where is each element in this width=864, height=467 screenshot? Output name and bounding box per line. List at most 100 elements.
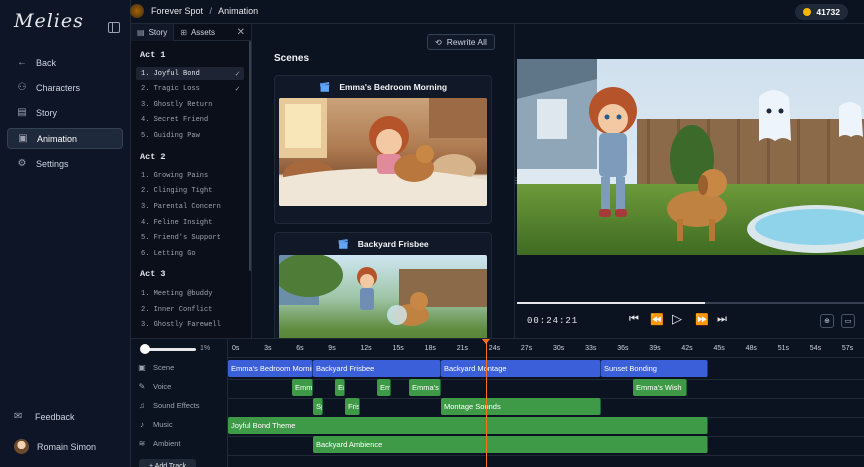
story-scrollbar[interactable] — [249, 41, 251, 271]
time-tick: 45s — [713, 345, 725, 352]
time-tick: 57s — [841, 345, 854, 352]
act-heading: Act 3 — [140, 269, 166, 279]
list-item[interactable]: 5. Guiding Paw — [136, 129, 244, 142]
timeline-clip[interactable]: Fris — [345, 398, 360, 415]
list-item[interactable]: 5. Friend's Support — [136, 231, 244, 244]
film-icon: ▣ — [18, 133, 28, 144]
timeline-clip[interactable]: Emma — [292, 379, 313, 396]
rewind-icon[interactable]: ⏪ — [650, 313, 664, 326]
breadcrumb-project[interactable]: Forever Spot — [151, 6, 203, 16]
nav-story[interactable]: ▤ Story — [7, 102, 123, 123]
playback-progress[interactable] — [517, 302, 864, 304]
timeline-clip[interactable]: Er — [335, 379, 345, 396]
item-label: 2. Tragic Loss — [141, 84, 200, 93]
timeline-clip[interactable]: Backyard Ambience — [313, 436, 708, 453]
nav-settings[interactable]: ⚙ Settings — [7, 153, 123, 174]
sidebar: Melies ← Back ⚇ Characters ▤ Story ▣ Ani… — [0, 0, 131, 467]
time-tick: 33s — [585, 345, 597, 352]
skip-end-icon[interactable]: ⏭ — [717, 313, 727, 326]
check-icon: ✓ — [235, 84, 240, 94]
tab-label: Assets — [190, 27, 215, 37]
scenes-title: Scenes — [274, 53, 310, 64]
timeline-clip[interactable]: Montage Sounds — [441, 398, 601, 415]
feedback-button[interactable]: ✉ Feedback — [14, 411, 75, 422]
timeline-clip[interactable]: Emma's Wish — [633, 379, 687, 396]
list-item[interactable]: 2. Inner Conflict — [136, 303, 244, 316]
breadcrumb: Forever Spot / Animation — [151, 6, 258, 16]
subtitles-icon[interactable]: ▭ — [841, 314, 855, 328]
scene-thumbnail — [279, 255, 487, 338]
list-item[interactable]: 1. Growing Pains — [136, 169, 244, 182]
list-item[interactable]: 2. Tragic Loss ✓ — [136, 82, 244, 95]
nav-animation[interactable]: ▣ Animation — [7, 128, 123, 149]
list-item[interactable]: 6. Letting Go — [136, 247, 244, 260]
timeline-clip[interactable]: Em — [377, 379, 391, 396]
act-heading: Act 1 — [140, 50, 166, 60]
users-icon: ⚇ — [17, 82, 27, 93]
item-label: 3. Parental Concern — [141, 202, 221, 211]
list-item[interactable]: 2. Clinging Tight — [136, 184, 244, 197]
play-icon[interactable]: ▷ — [672, 311, 682, 327]
list-item[interactable]: 3. Ghostly Return — [136, 98, 244, 111]
timeline-clip[interactable]: Backyard Frisbee — [313, 360, 441, 377]
time-tick: 36s — [617, 345, 629, 352]
item-label: 1. Meeting @buddy — [141, 289, 213, 298]
arrow-left-icon: ← — [17, 57, 27, 68]
list-item[interactable]: 1. Joyful Bond ✓ — [136, 67, 244, 80]
track-name: Music — [153, 420, 173, 429]
nav-back[interactable]: ← Back — [7, 52, 123, 73]
credits-badge[interactable]: 41732 — [795, 4, 848, 20]
rewrite-all-button[interactable]: ⟲ Rewrite All — [427, 34, 495, 50]
timeline-clip[interactable]: Emma's — [409, 379, 441, 396]
close-icon[interactable]: ✕ — [237, 27, 245, 38]
mic-icon: ✎ — [138, 382, 146, 391]
list-item[interactable]: 4. Secret Friend — [136, 113, 244, 126]
tab-assets[interactable]: ⊞ Assets — [174, 24, 221, 41]
app-logo: Melies — [14, 10, 84, 32]
nav-characters[interactable]: ⚇ Characters — [7, 77, 123, 98]
scene-card[interactable]: 🎬︎ Emma's Bedroom Morning — [274, 75, 492, 224]
user-profile[interactable]: Romain Simon — [14, 439, 96, 454]
list-item[interactable]: 3. Ghostly Farewell — [136, 318, 244, 331]
collapse-sidebar-icon[interactable] — [108, 22, 120, 33]
backyard-illustration — [279, 255, 487, 326]
nav-label: Animation — [37, 133, 78, 144]
timeline-clip[interactable]: Sp — [313, 398, 323, 415]
lane-divider — [228, 455, 864, 456]
zoom-slider-handle[interactable] — [140, 344, 150, 354]
timeline-clip[interactable]: Emma's Bedroom Morning — [228, 360, 313, 377]
timeline-clip[interactable]: Joyful Bond Theme — [228, 417, 708, 434]
time-tick: 42s — [681, 345, 693, 352]
avatar — [14, 439, 29, 454]
add-track-button[interactable]: + Add Track — [139, 459, 197, 467]
timeline-clip[interactable]: Backyard Montage — [441, 360, 601, 377]
time-tick: 48s — [745, 345, 757, 352]
credits-count: 41732 — [816, 7, 840, 17]
time-tick: 3s — [264, 345, 272, 352]
resize-handle-icon[interactable]: ⋮ — [512, 176, 520, 186]
track-label-ambient: ≋ Ambient — [137, 439, 181, 448]
tab-story[interactable]: ▤ Story — [131, 24, 175, 41]
playhead[interactable] — [482, 339, 490, 467]
item-label: 5. Guiding Paw — [141, 131, 200, 140]
track-name: Scene — [153, 363, 175, 372]
clapperboard-icon: 🎬︎ — [337, 238, 349, 249]
time-tick: 51s — [777, 345, 789, 352]
story-panel: ▤ Story ⊞ Assets ✕ Act 1 1. Joyful Bond ✓… — [131, 24, 252, 338]
timeline-clip[interactable]: Sunset Bonding — [601, 360, 708, 377]
nav-label: Settings — [36, 158, 69, 169]
nav-label: Story — [36, 107, 58, 118]
list-item[interactable]: 4. Feline Insight — [136, 216, 244, 229]
story-tabs: ▤ Story ⊞ Assets ✕ — [131, 24, 251, 41]
list-item[interactable]: 3. Parental Concern — [136, 200, 244, 213]
scene-card[interactable]: 🎬︎ Backyard Frisbee — [274, 232, 492, 338]
skip-start-icon[interactable]: ⏮ — [629, 313, 639, 326]
timecode: 00:24:21 — [527, 316, 579, 326]
time-tick: 39s — [649, 345, 661, 352]
list-item[interactable]: 1. Meeting @buddy — [136, 287, 244, 300]
zoom-icon[interactable]: ⊕ — [820, 314, 834, 328]
fast-forward-icon[interactable]: ⏩ — [695, 313, 709, 326]
time-ruler[interactable]: 0s 3s 6s 9s 12s 15s 18s 21s 24s 27s 30s 33s 36s 39s 42… — [228, 339, 864, 358]
track-label-voice: ✎ Voice — [137, 382, 172, 391]
item-label: 1. Joyful Bond — [141, 69, 200, 78]
